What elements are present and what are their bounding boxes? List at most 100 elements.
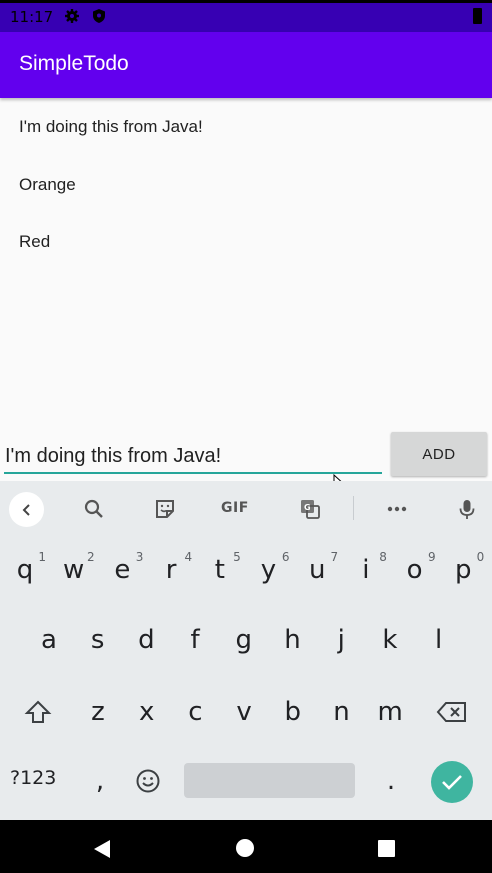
key-label: h (284, 625, 301, 655)
key-label: e (114, 555, 131, 585)
add-button[interactable]: ADD (391, 432, 487, 476)
emoji-key[interactable] (126, 751, 170, 811)
key-a[interactable]: a (27, 610, 71, 670)
keyboard-search-button[interactable] (83, 498, 105, 520)
search-icon (84, 499, 103, 518)
key-k[interactable]: k (368, 610, 412, 670)
backspace-icon (436, 702, 466, 722)
todo-input[interactable]: I'm doing this from Java! (4, 438, 382, 474)
shield-icon (93, 9, 105, 23)
key-label: i (362, 555, 370, 585)
key-x[interactable]: x (125, 682, 169, 742)
key-label: x (138, 697, 155, 727)
sticker-icon (156, 500, 174, 518)
status-bar: 11:17 (0, 0, 492, 32)
more-icon (387, 506, 407, 512)
key-label: l (434, 625, 443, 655)
key-w[interactable]: w2 (52, 540, 96, 600)
key-t[interactable]: t5 (198, 540, 242, 600)
recents-icon[interactable] (378, 840, 395, 857)
key-o[interactable]: o9 (393, 540, 437, 600)
shift-icon (24, 700, 52, 723)
key-h[interactable]: h (271, 610, 315, 670)
key-label: m (377, 697, 403, 727)
key-label: r (165, 555, 177, 585)
home-icon[interactable] (236, 839, 254, 857)
key-u[interactable]: u7 (295, 540, 339, 600)
key-label: o (406, 555, 423, 585)
key-s[interactable]: s (76, 610, 120, 670)
key-p[interactable]: p0 (441, 540, 485, 600)
key-label: q (16, 555, 34, 585)
translate-icon: G (301, 500, 320, 519)
emoji-icon (136, 769, 160, 793)
key-label: s (90, 625, 105, 655)
key-label: k (382, 625, 398, 655)
key-label: f (190, 625, 200, 655)
key-y[interactable]: y6 (247, 540, 291, 600)
key-label: d (138, 625, 155, 655)
key-label: v (236, 697, 252, 727)
key-c[interactable]: c (173, 682, 217, 742)
back-icon[interactable] (93, 839, 111, 859)
key-number-hint: 8 (379, 550, 387, 564)
space-key[interactable] (184, 763, 355, 798)
key-q[interactable]: q1 (3, 540, 47, 600)
navigation-bar (0, 820, 492, 873)
key-m[interactable]: m (368, 682, 412, 742)
shift-key[interactable] (16, 682, 60, 742)
key-l[interactable]: l (417, 610, 461, 670)
keyboard-translate-button[interactable]: G (299, 498, 321, 520)
toolbar-divider (353, 496, 354, 520)
key-number-hint: 1 (38, 550, 46, 564)
key-d[interactable]: d (124, 610, 168, 670)
key-f[interactable]: f (173, 610, 217, 670)
keyboard-sticker-button[interactable] (154, 498, 176, 520)
key-label: t (214, 555, 225, 585)
keyboard-toolbar: GIF G (0, 481, 492, 535)
keyboard-more-button[interactable] (386, 498, 408, 520)
svg-text:G: G (304, 503, 311, 512)
key-label: p (455, 555, 472, 585)
key-n[interactable]: n (320, 682, 364, 742)
key-g[interactable]: g (222, 610, 266, 670)
enter-key[interactable] (431, 761, 473, 803)
key-label: n (333, 697, 350, 727)
key-number-hint: 2 (87, 550, 95, 564)
backspace-key[interactable] (430, 682, 474, 742)
keyboard-gif-button[interactable]: GIF (221, 500, 249, 516)
key-number-hint: 6 (281, 550, 290, 564)
key-z[interactable]: z (76, 682, 120, 742)
key-number-hint: 5 (233, 550, 241, 564)
todo-item[interactable]: Orange (0, 156, 492, 214)
key-e[interactable]: e3 (100, 540, 144, 600)
status-time: 11:17 (10, 8, 54, 26)
keyboard-voice-button[interactable] (456, 498, 478, 520)
key-b[interactable]: b (271, 682, 315, 742)
gear-icon (65, 9, 79, 23)
soft-keyboard: GIF G q1w2e3r4t5y6u7i8o9p0 asdfghjkl zxc… (0, 481, 492, 820)
keyboard-back-button[interactable] (9, 492, 44, 527)
key-i[interactable]: i8 (344, 540, 388, 600)
key-j[interactable]: j (319, 610, 363, 670)
period-key[interactable]: . (369, 751, 413, 811)
key-label: u (308, 555, 326, 585)
key-r[interactable]: r4 (149, 540, 193, 600)
todo-item[interactable]: Red (0, 213, 492, 271)
checkmark-icon (442, 775, 462, 790)
key-v[interactable]: v (222, 682, 266, 742)
key-label: a (41, 625, 57, 655)
status-bar-edge (0, 0, 492, 3)
todo-item[interactable]: I'm doing this from Java! (0, 98, 492, 156)
key-label: g (235, 625, 253, 655)
key-label: j (337, 625, 345, 655)
app-title: SimpleTodo (19, 52, 129, 75)
comma-key[interactable]: , (78, 751, 122, 811)
symbols-key[interactable]: ?123 (10, 767, 68, 793)
key-number-hint: 9 (427, 550, 436, 564)
key-label: y (260, 555, 277, 585)
key-number-hint: 7 (330, 550, 339, 564)
key-label: b (284, 697, 302, 727)
microphone-icon (459, 500, 475, 519)
key-label: z (91, 697, 105, 727)
